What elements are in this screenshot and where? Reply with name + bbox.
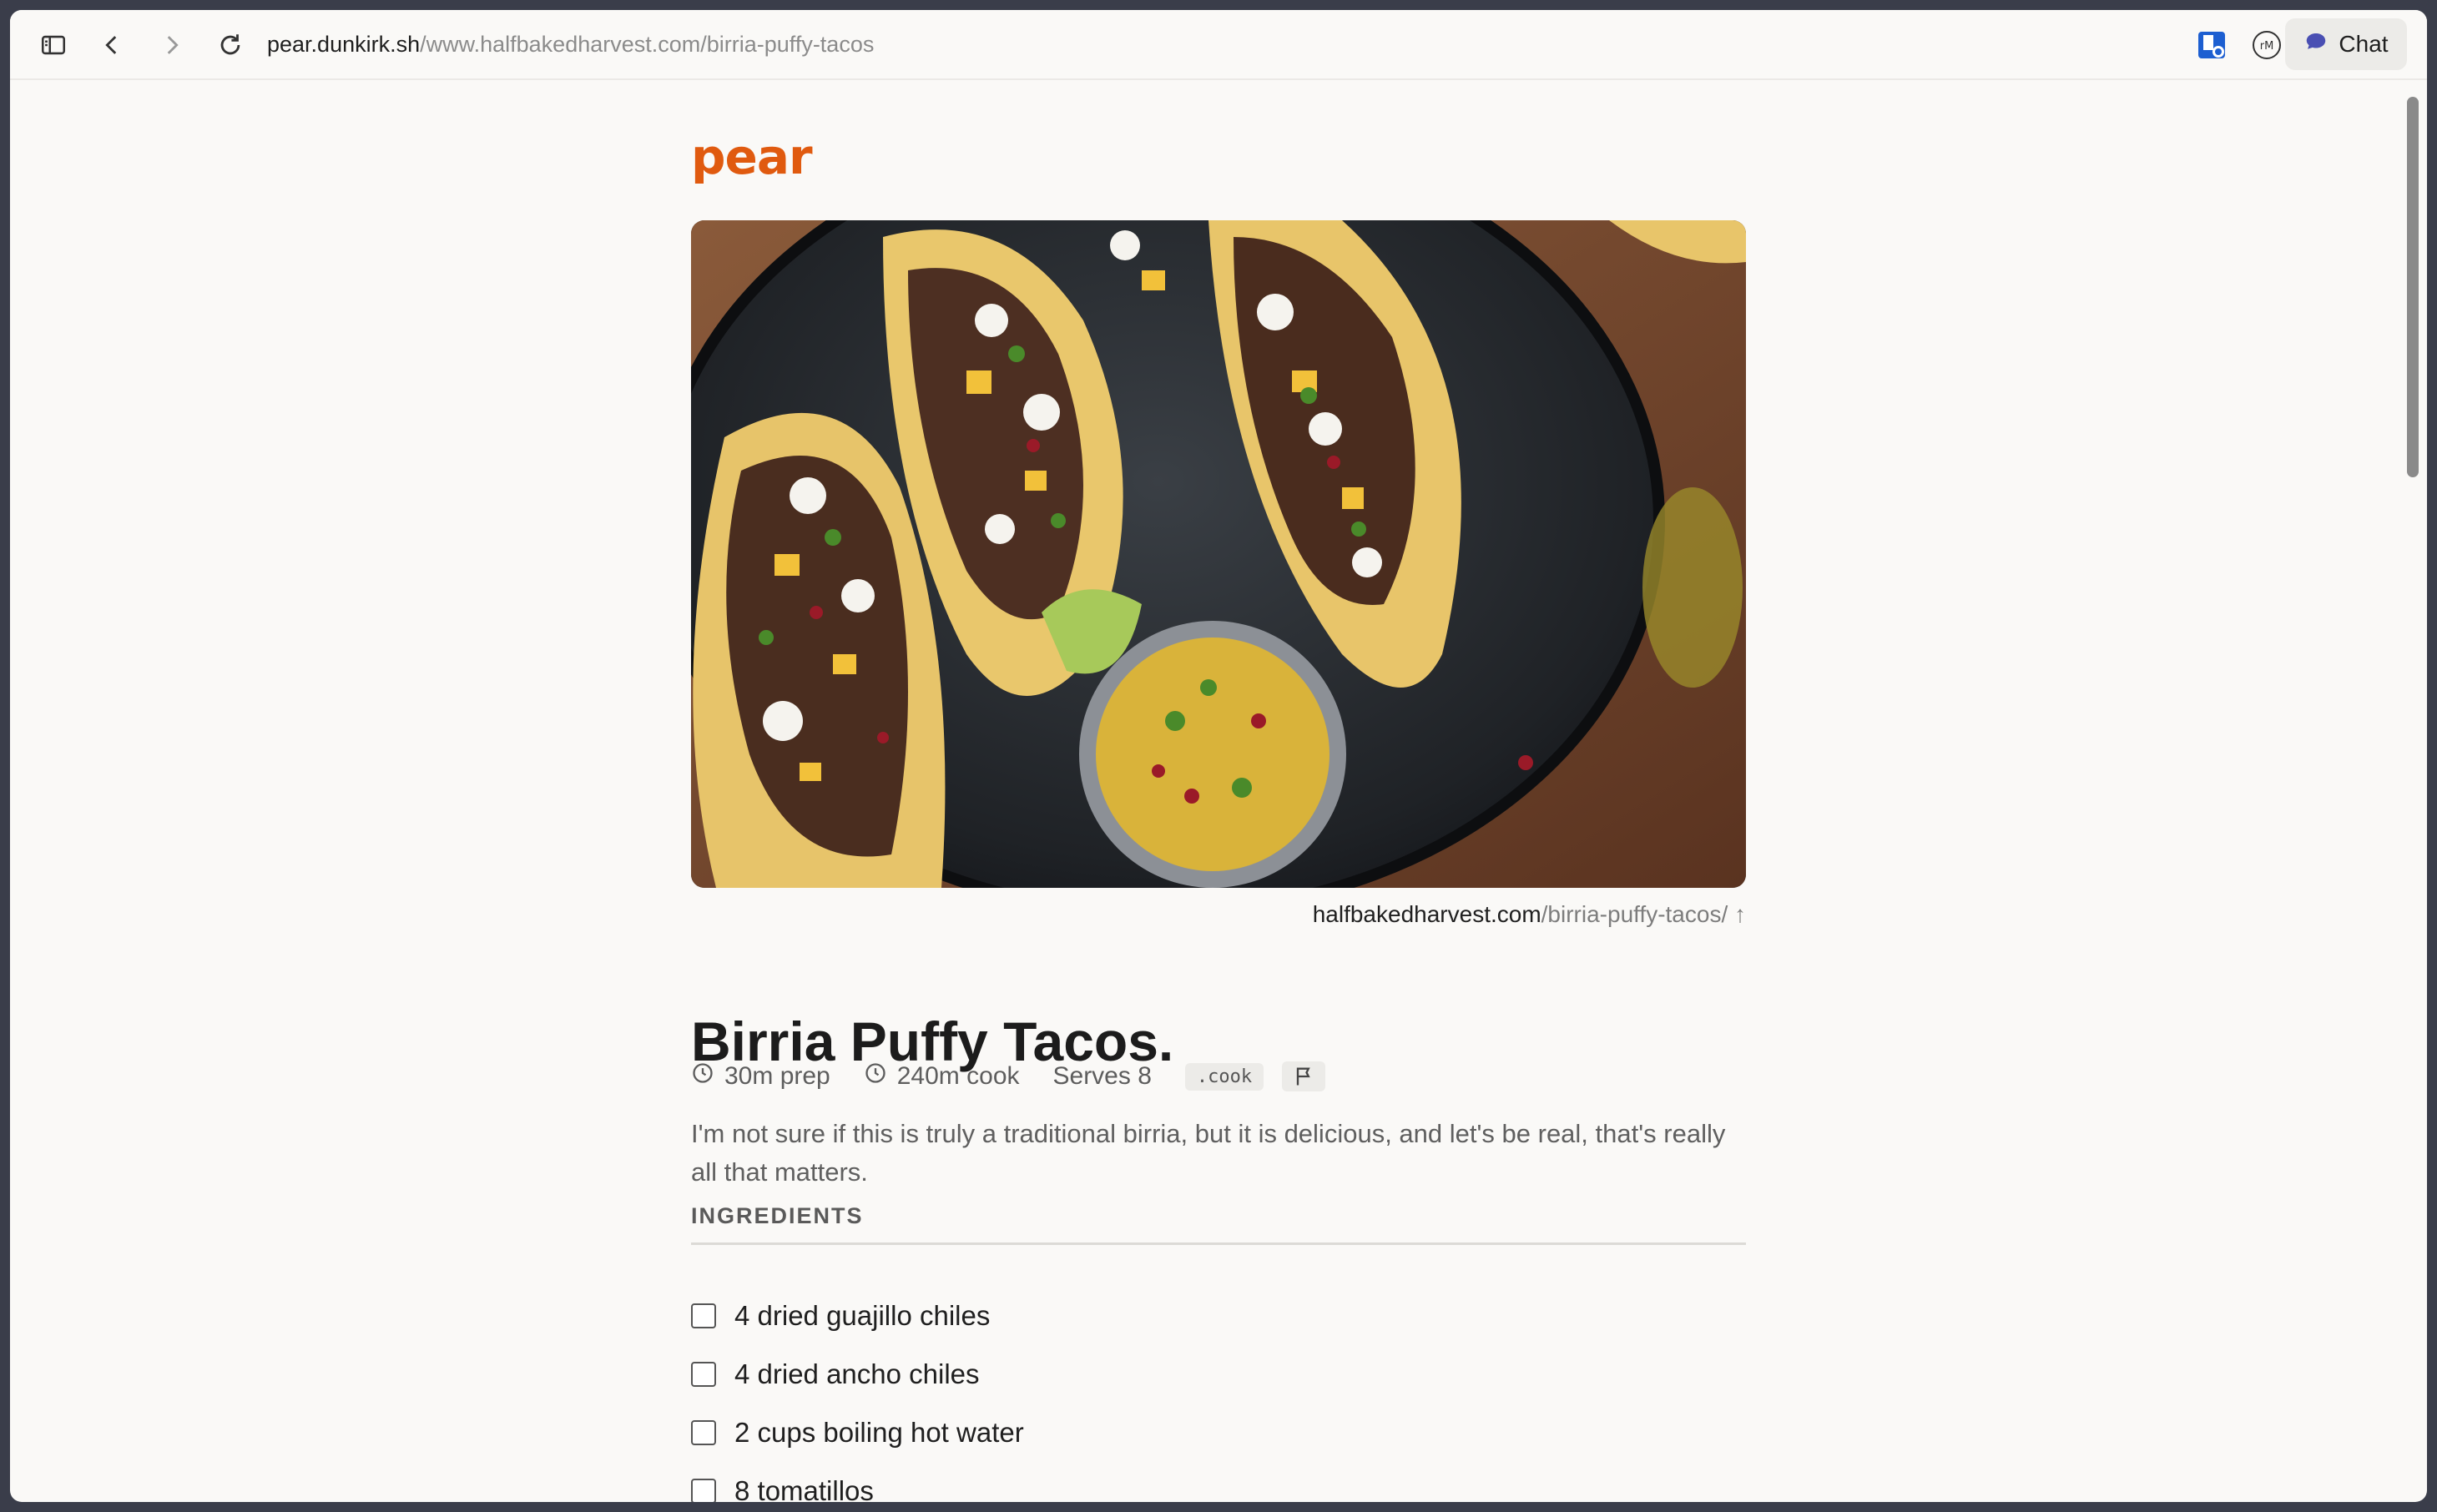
chat-button[interactable]: Chat	[2285, 18, 2407, 70]
ingredient-item[interactable]: 4 dried ancho chiles	[691, 1345, 1024, 1404]
ingredient-item[interactable]: 8 tomatillos	[691, 1462, 1024, 1502]
chat-label: Chat	[2339, 31, 2389, 57]
address-bar[interactable]: pear.dunkirk.sh/www.halfbakedharvest.com…	[267, 25, 874, 63]
browser-window: pear.dunkirk.sh/www.halfbakedharvest.com…	[10, 10, 2427, 1502]
ingredient-label: 4 dried ancho chiles	[734, 1358, 980, 1389]
external-link-icon: ↑	[1734, 901, 1746, 927]
site-logo[interactable]: pear	[691, 129, 813, 185]
url-path: /www.halfbakedharvest.com/birria-puffy-t…	[420, 32, 875, 57]
recipe-description: I'm not sure if this is truly a traditio…	[691, 1119, 1726, 1187]
servings: Serves 8	[1053, 1062, 1152, 1091]
ingredient-label: 4 dried guajillo chiles	[734, 1300, 991, 1331]
back-icon[interactable]	[93, 27, 130, 63]
ingredient-label: 2 cups boiling hot water	[734, 1417, 1024, 1448]
ingredients-heading: INGREDIENTS	[691, 1203, 1746, 1245]
ingredient-checkbox[interactable]	[691, 1303, 716, 1328]
cook-format-badge[interactable]: .cook	[1184, 1062, 1264, 1091]
page-content: pear halfbakedharvest.com/birria-puffy-t…	[10, 80, 2427, 1502]
cook-time: 240m cook	[864, 1061, 1020, 1091]
ingredient-label: 8 tomatillos	[734, 1475, 874, 1502]
flag-button[interactable]	[1282, 1061, 1326, 1091]
ingredients-list: 4 dried guajillo chiles 4 dried ancho ch…	[691, 1287, 1024, 1502]
clock-icon	[864, 1061, 887, 1091]
ingredient-checkbox[interactable]	[691, 1362, 716, 1387]
flag-icon	[1296, 1067, 1310, 1086]
ingredient-item[interactable]: 2 cups boiling hot water	[691, 1404, 1024, 1462]
url-host: pear.dunkirk.sh	[267, 32, 421, 57]
source-link[interactable]: halfbakedharvest.com/birria-puffy-tacos/…	[1313, 901, 1746, 928]
scrollbar[interactable]	[2407, 97, 2419, 477]
recipe-hero-image	[691, 220, 1746, 888]
chat-bubble-icon	[2303, 29, 2329, 60]
servings-label: Serves 8	[1052, 1062, 1152, 1090]
browser-toolbar: pear.dunkirk.sh/www.halfbakedharvest.com…	[10, 10, 2427, 80]
source-host: halfbakedharvest.com	[1312, 901, 1541, 927]
forward-icon[interactable]	[154, 27, 190, 63]
sidebar-toggle-icon[interactable]	[35, 27, 72, 63]
svg-text:rM: rM	[2260, 40, 2274, 53]
extension-rm-icon[interactable]: rM	[2250, 28, 2283, 62]
ingredient-checkbox[interactable]	[691, 1479, 716, 1502]
extension-bookmark-icon[interactable]	[2195, 28, 2228, 62]
prep-time-label: 30m prep	[724, 1062, 830, 1090]
clock-icon	[691, 1061, 714, 1091]
prep-time: 30m prep	[691, 1061, 830, 1091]
recipe-meta: 30m prep 240m cook Serves 8 .cook	[691, 1060, 1326, 1093]
ingredient-checkbox[interactable]	[691, 1420, 716, 1445]
cook-time-label: 240m cook	[896, 1062, 1020, 1090]
source-path: /birria-puffy-tacos/	[1541, 901, 1728, 927]
ingredient-item[interactable]: 4 dried guajillo chiles	[691, 1287, 1024, 1345]
reload-icon[interactable]	[212, 27, 249, 63]
